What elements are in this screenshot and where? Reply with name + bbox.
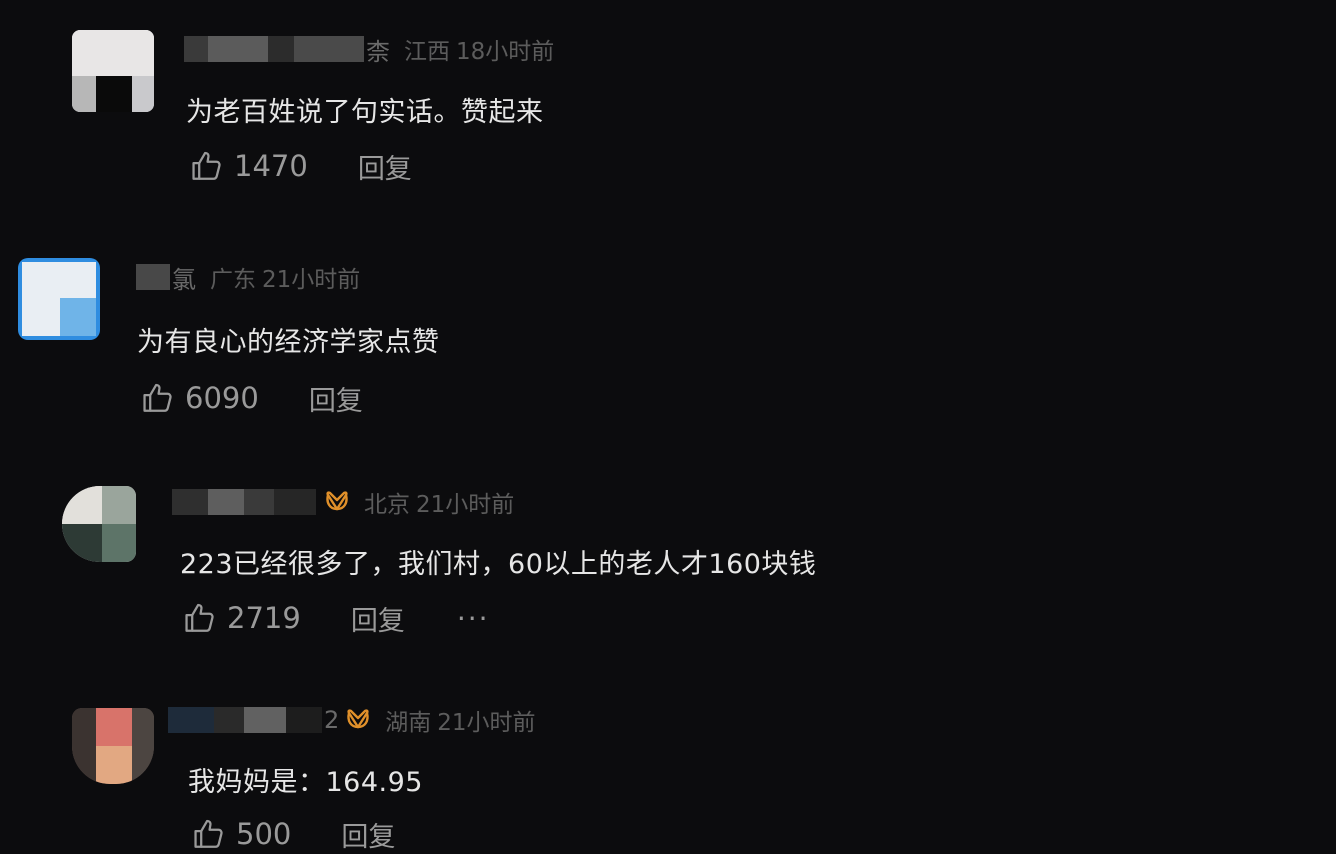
timestamp: 21小时前	[416, 492, 515, 518]
location-label: 江西	[404, 39, 450, 65]
reply-button[interactable]: 回复	[309, 379, 363, 418]
timestamp: 21小时前	[437, 710, 536, 736]
comment-meta: 2 湖南 21小时前	[168, 703, 536, 737]
comment-actions: 2719 回复 ···	[183, 597, 490, 639]
butterfly-badge-icon	[326, 491, 348, 511]
thumbs-up-icon[interactable]	[190, 149, 224, 183]
avatar[interactable]	[72, 708, 154, 784]
avatar[interactable]	[62, 486, 136, 562]
comment-actions: 6090 回复	[141, 377, 363, 419]
comment-actions: 500 回复	[192, 813, 395, 854]
comment-meta: 柰 江西 18小时前	[184, 32, 554, 66]
username[interactable]: 柰	[184, 35, 390, 66]
comment-text: 我妈妈是：164.95	[188, 767, 423, 798]
comment-meta: 北京 21小时前	[172, 485, 514, 519]
butterfly-badge-icon	[347, 709, 369, 729]
reply-button[interactable]: 回复	[351, 599, 405, 638]
thumbs-up-icon[interactable]	[183, 601, 217, 635]
comment-list: 柰 江西 18小时前 为老百姓说了句实话。赞起来 1470 回复 氯 广东 21…	[0, 0, 1336, 854]
comment-text: 为有良心的经济学家点赞	[137, 327, 440, 358]
reply-button[interactable]: 回复	[358, 147, 412, 186]
reply-button[interactable]: 回复	[341, 815, 395, 854]
like-count: 500	[236, 817, 292, 851]
username[interactable]: 2	[168, 706, 339, 734]
like-count: 6090	[185, 381, 259, 415]
comment-text: 223已经很多了，我们村，60以上的老人才160块钱	[180, 549, 817, 580]
avatar[interactable]	[72, 30, 154, 112]
thumbs-up-icon[interactable]	[141, 381, 175, 415]
location-label: 北京	[364, 492, 410, 518]
comment-text: 为老百姓说了句实话。赞起来	[186, 97, 544, 128]
location-label: 湖南	[385, 710, 432, 736]
timestamp: 18小时前	[456, 39, 555, 65]
avatar[interactable]	[18, 258, 100, 340]
username[interactable]: 氯	[136, 263, 196, 294]
like-count: 2719	[227, 601, 301, 635]
like-count: 1470	[234, 149, 308, 183]
thumbs-up-icon[interactable]	[192, 817, 226, 851]
timestamp: 21小时前	[262, 267, 361, 293]
comment-meta: 氯 广东 21小时前	[136, 260, 360, 294]
comment-actions: 1470 回复	[190, 145, 412, 187]
username[interactable]	[172, 488, 318, 516]
location-label: 广东	[210, 267, 256, 293]
more-dots-icon[interactable]: ···	[457, 602, 490, 635]
